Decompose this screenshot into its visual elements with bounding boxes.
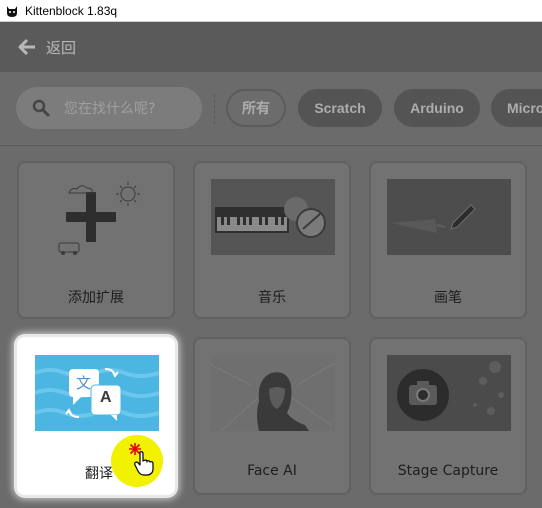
extension-label: 音乐 — [258, 290, 286, 306]
extension-card-pen[interactable]: 画笔 — [369, 161, 527, 319]
search-icon — [32, 99, 50, 117]
kittenblock-logo-icon — [7, 5, 17, 17]
filter-chip-micro[interactable]: Micro — [491, 89, 542, 127]
back-button[interactable]: 返回 — [46, 37, 76, 58]
pen-extension-image — [387, 179, 511, 255]
extension-label: 添加扩展 — [68, 290, 124, 306]
filter-chip-arduino[interactable]: Arduino — [394, 89, 480, 127]
music-extension-image — [211, 179, 335, 255]
extension-card-face-ai[interactable]: Face AI — [193, 337, 351, 495]
filter-chip-scratch[interactable]: Scratch — [298, 89, 382, 127]
translate-glyph-zh: 文 — [76, 374, 92, 392]
extension-card-music[interactable]: 音乐 — [193, 161, 351, 319]
click-spark-icon — [129, 443, 141, 455]
search-input[interactable]: 您在找什么呢? — [16, 87, 202, 129]
extension-label: 画笔 — [434, 290, 462, 306]
window-titlebar: Kittenblock 1.83q — [0, 0, 542, 22]
filter-bar: 您在找什么呢? 所有 Scratch Arduino Micro — [0, 72, 542, 146]
extension-card-stage-capture[interactable]: Stage Capture — [369, 337, 527, 495]
stage-capture-extension-image — [387, 355, 511, 431]
add-extension-icon — [58, 182, 140, 255]
extension-card-translate[interactable]: 文 A 翻译 — [17, 337, 175, 495]
extension-card-add[interactable]: 添加扩展 — [17, 161, 175, 319]
extension-label: Face AI — [247, 463, 297, 479]
face-ai-extension-image — [211, 355, 335, 431]
extension-label: Stage Capture — [397, 463, 499, 479]
extension-grid: 添加扩展 音乐 画笔 文 A 翻译 Face AI Stage Capture — [0, 147, 542, 508]
filter-chip-all[interactable]: 所有 — [226, 89, 286, 127]
window-title: Kittenblock 1.83q — [25, 3, 118, 18]
translate-extension-image — [35, 355, 159, 431]
back-arrow-icon[interactable] — [18, 38, 36, 56]
translate-glyph-en: A — [100, 389, 112, 406]
search-placeholder: 您在找什么呢? — [64, 101, 156, 117]
filter-divider — [214, 94, 215, 124]
back-bar[interactable]: 返回 — [0, 22, 542, 72]
